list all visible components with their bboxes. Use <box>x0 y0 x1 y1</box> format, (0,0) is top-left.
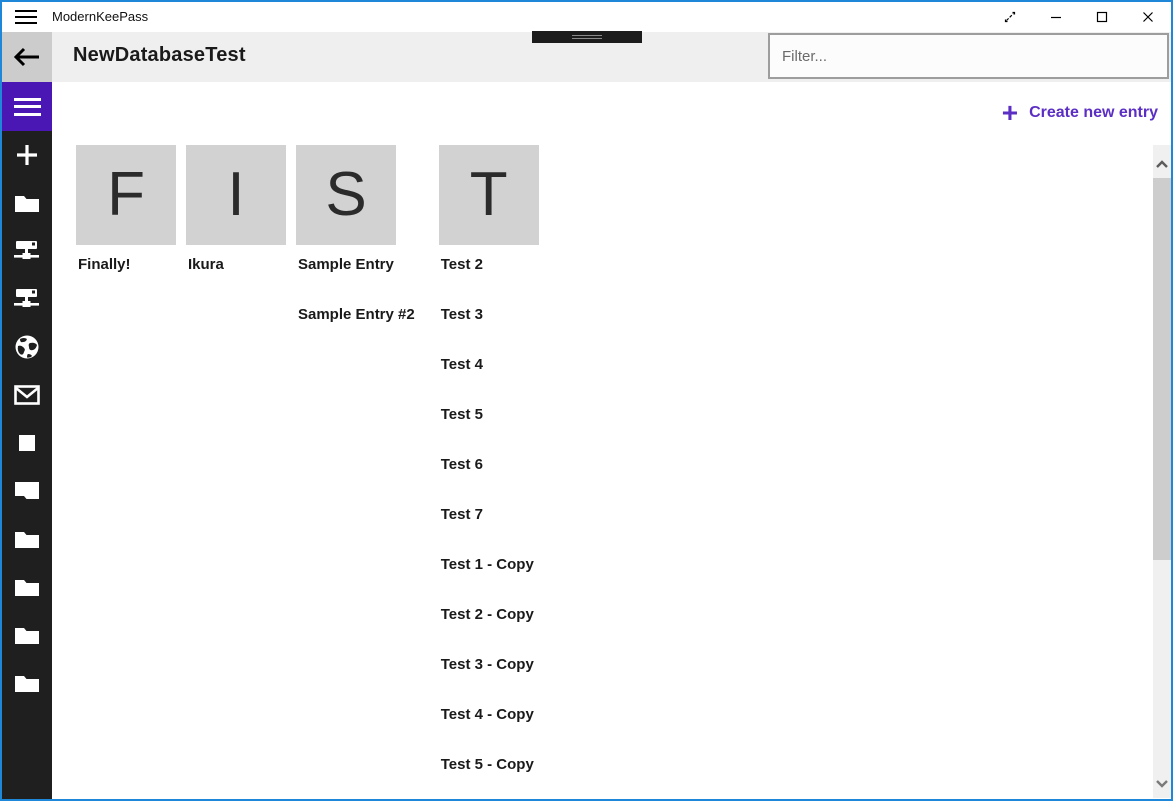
chevron-down-icon <box>1156 780 1168 788</box>
group-tile[interactable]: F <box>76 145 176 245</box>
sidebar-menu-button[interactable] <box>2 82 52 131</box>
minimize-icon <box>1049 10 1063 24</box>
entry-item[interactable]: Test 5 - Copy <box>439 739 548 789</box>
group-tile[interactable]: T <box>439 145 539 245</box>
entries-panel: + Create new entry F Finally! I Ikura <box>52 82 1171 799</box>
plus-icon: + <box>1002 102 1018 124</box>
group-tile[interactable]: S <box>296 145 396 245</box>
entry-groups: F Finally! I Ikura S Sample En <box>76 145 558 789</box>
group-letter: I <box>227 164 244 226</box>
entry-item[interactable]: Sample Entry <box>296 239 429 289</box>
entry-item[interactable]: Test 5 <box>439 389 548 439</box>
add-icon <box>14 142 40 168</box>
group-letter: T <box>470 164 508 226</box>
entry-item[interactable]: Test 2 <box>439 239 548 289</box>
sidebar-item-square[interactable] <box>2 419 52 467</box>
group-F: F Finally! <box>76 145 176 289</box>
back-button[interactable] <box>2 32 52 82</box>
vertical-scrollbar[interactable] <box>1153 145 1171 798</box>
scrollbar-thumb[interactable] <box>1153 178 1171 560</box>
entry-item[interactable]: Test 6 <box>439 439 548 489</box>
sidebar-item-mail[interactable] <box>2 371 52 419</box>
close-button[interactable] <box>1125 2 1171 32</box>
sidebar-item-folder-5[interactable] <box>2 611 52 659</box>
group-entries: Finally! <box>76 239 176 289</box>
scroll-up-button[interactable] <box>1153 155 1171 173</box>
group-T: T Test 2 Test 3 Test 4 Test 5 Test 6 Tes… <box>439 145 548 789</box>
create-new-entry-label: Create new entry <box>1029 104 1158 122</box>
minimize-button[interactable] <box>1033 2 1079 32</box>
entry-item[interactable]: Test 2 - Copy <box>439 589 548 639</box>
window-controls <box>987 2 1171 32</box>
resize-diagonal-button[interactable] <box>987 2 1033 32</box>
entry-item[interactable]: Test 4 <box>439 339 548 389</box>
entry-item[interactable]: Sample Entry #2 <box>296 289 429 339</box>
back-arrow-icon <box>13 46 41 68</box>
sidebar-item-folder-4[interactable] <box>2 563 52 611</box>
folder-icon <box>14 625 40 645</box>
appbar-grabber[interactable] <box>532 31 642 43</box>
sidebar-item-add[interactable] <box>2 131 52 179</box>
globe-icon <box>14 334 40 360</box>
scroll-down-button[interactable] <box>1153 775 1171 793</box>
group-letter: S <box>325 164 366 226</box>
network-icon <box>14 288 40 310</box>
entry-item[interactable]: Finally! <box>76 239 176 289</box>
mail-icon <box>14 385 40 405</box>
entry-item[interactable]: Test 1 - Copy <box>439 539 548 589</box>
group-I: I Ikura <box>186 145 286 289</box>
sidebar-item-network-2[interactable] <box>2 275 52 323</box>
group-entries: Ikura <box>186 239 286 289</box>
close-icon <box>1141 10 1155 24</box>
sidebar-item-folder[interactable] <box>2 179 52 227</box>
app-window: ModernKeePass <box>0 0 1173 801</box>
sidebar-item-network[interactable] <box>2 227 52 275</box>
sidebar-item-folder-3[interactable] <box>2 515 52 563</box>
sidebar <box>2 82 52 799</box>
page-title: NewDatabaseTest <box>73 44 246 67</box>
group-letter: F <box>107 164 145 226</box>
entry-item[interactable]: Test 7 <box>439 489 548 539</box>
entry-item[interactable]: Test 3 - Copy <box>439 639 548 689</box>
network-icon <box>14 240 40 262</box>
create-new-entry-button[interactable]: + Create new entry <box>1002 102 1158 124</box>
folder-icon <box>14 673 40 693</box>
sidebar-item-folder-6[interactable] <box>2 659 52 707</box>
resize-diagonal-icon <box>1002 9 1018 25</box>
hamburger-icon <box>14 98 41 116</box>
group-tile[interactable]: I <box>186 145 286 245</box>
chevron-up-icon <box>1156 160 1168 168</box>
maximize-icon <box>1095 10 1109 24</box>
sidebar-item-folder-2[interactable] <box>2 467 52 515</box>
titlebar-menu-icon[interactable] <box>15 10 37 24</box>
entry-item[interactable]: Test 3 <box>439 289 548 339</box>
entry-item[interactable]: Test 4 - Copy <box>439 689 548 739</box>
folder-icon <box>14 577 40 597</box>
titlebar: ModernKeePass <box>2 2 1171 32</box>
sidebar-item-globe[interactable] <box>2 323 52 371</box>
square-icon <box>19 435 35 451</box>
filter-input[interactable] <box>768 33 1169 79</box>
group-S: S Sample Entry Sample Entry #2 <box>296 145 429 339</box>
folder-icon <box>14 481 40 501</box>
folder-icon <box>14 529 40 549</box>
maximize-button[interactable] <box>1079 2 1125 32</box>
group-entries: Test 2 Test 3 Test 4 Test 5 Test 6 Test … <box>439 239 548 789</box>
entry-item[interactable]: Ikura <box>186 239 286 289</box>
folder-icon <box>14 193 40 213</box>
group-entries: Sample Entry Sample Entry #2 <box>296 239 429 339</box>
app-title: ModernKeePass <box>52 9 148 24</box>
